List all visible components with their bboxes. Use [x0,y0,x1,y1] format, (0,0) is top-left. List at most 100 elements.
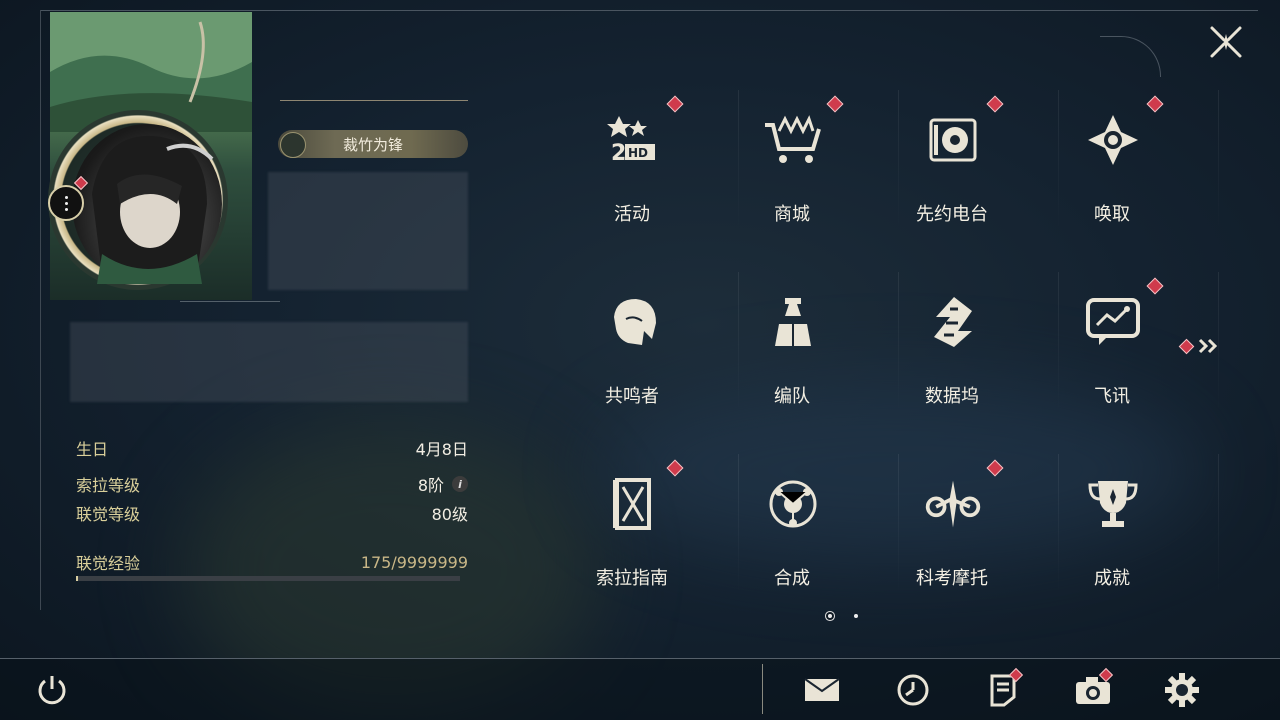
menu-item-resonator[interactable]: 共鸣者 [588,272,739,422]
player-name: 裁竹为锋 [342,135,403,154]
stat-label: 联觉经验 [76,554,141,573]
menu-item-label: 共鸣者 [605,386,659,407]
close-button[interactable] [1208,24,1244,60]
menu-item-team[interactable]: 编队 [748,272,899,422]
menu-item-label: 唤取 [1094,204,1130,225]
menu-item-guidebook[interactable]: 索拉指南 [588,454,739,604]
convene-icon [1083,110,1143,170]
page-dot[interactable] [854,614,858,618]
menu-item-label: 先约电台 [916,204,988,225]
menu-item-radio[interactable]: 先约电台 [908,90,1059,240]
menu-item-label: 成就 [1094,568,1130,589]
next-page-button[interactable] [1178,338,1220,354]
camera-button[interactable] [1073,667,1114,710]
guidebook-icon [603,474,663,534]
profile-badge [72,175,89,192]
power-button[interactable] [32,670,72,710]
achievement-icon [1083,474,1143,534]
menu-item-label: 活动 [614,204,650,225]
character-avatar[interactable] [72,124,222,284]
badge-dot [986,95,1004,113]
divider [280,100,468,101]
page-indicator [828,614,858,618]
badge-dot [1146,95,1164,113]
notes-button[interactable] [983,667,1024,710]
badge-dot [666,95,684,113]
menu-item-data-bank[interactable]: 数据坞 [908,272,1059,422]
function-menu-grid: 2 HD 活动 商城 先约电台 唤取共鸣者 编队 数据坞 飞讯索拉指南 合成 科考摩托 成就 [588,90,1219,594]
menu-item-label: 数据坞 [925,386,979,407]
stat-label: 生日 [76,440,109,459]
mail-icon [804,678,840,701]
message-icon [1083,292,1143,352]
menu-item-motorcycle[interactable]: 科考摩托 [908,454,1059,604]
mail-button[interactable] [802,670,842,710]
menu-item-label: 商城 [774,204,810,225]
menu-item-synthesis[interactable]: 合成 [748,454,899,604]
frame-border [40,10,1258,11]
divider [738,90,739,230]
divider [0,658,1280,659]
svg-text:2: 2 [611,141,626,166]
stat-label: 索拉等级 [76,476,141,495]
divider [1058,272,1059,412]
shop-icon [763,110,823,170]
double-chevron-right-icon [1198,338,1218,354]
stat-label: 联觉等级 [76,505,141,524]
stat-value: 4月8日 [415,440,468,459]
settings-icon [1165,673,1199,707]
divider [898,90,899,230]
avatar-art [92,135,214,284]
clock-icon [897,674,929,706]
menu-item-achievement[interactable]: 成就 [1068,454,1219,604]
menu-item-convene[interactable]: 唤取 [1068,90,1219,240]
svg-text:HD: HD [628,146,648,160]
menu-item-shop[interactable]: 商城 [748,90,899,240]
stat-sola-level: 索拉等级 8阶 i [76,472,468,496]
hidden-player-info [268,172,468,290]
data-bank-icon [923,292,983,352]
divider [1218,90,1219,230]
badge-dot [826,95,844,113]
hidden-signature-box[interactable] [70,322,468,402]
stat-value: 175/9999999 [360,552,468,572]
player-name-plate[interactable]: 裁竹为锋 [278,130,468,158]
frame-border [1100,36,1161,77]
page-dot-active[interactable] [828,614,832,618]
time-button[interactable] [893,670,933,710]
close-icon [1210,26,1242,58]
exp-progress-fill [76,576,78,581]
radio-icon [923,110,983,170]
stat-value: 8阶 [417,476,444,495]
settings-button[interactable] [1162,670,1202,710]
info-icon[interactable]: i [452,476,468,492]
menu-item-label: 科考摩托 [916,568,988,589]
divider [1058,454,1059,594]
divider [898,272,899,412]
menu-item-label: 编队 [774,386,810,407]
menu-item-label: 索拉指南 [596,568,668,589]
resonator-icon [603,292,663,352]
divider [898,454,899,594]
badge-dot [1146,277,1164,295]
badge-dot [986,459,1004,477]
divider [762,664,763,714]
badge-dot [666,459,684,477]
exp-progress-bar [76,576,460,581]
power-icon [38,676,66,705]
divider [1058,90,1059,230]
menu-item-label: 合成 [774,568,810,589]
divider [738,272,739,412]
frame-border [40,10,41,610]
badge-dot [1178,338,1195,354]
stat-union-level: 联觉等级 80级 [76,501,468,525]
menu-item-event[interactable]: 2 HD 活动 [588,90,739,240]
menu-item-label: 飞讯 [1094,386,1130,407]
stat-union-exp: 联觉经验 175/9999999 [76,550,468,574]
event-icon: 2 HD [603,110,663,170]
motorcycle-icon [923,474,983,534]
stat-birthday: 生日 4月8日 [76,436,468,460]
divider [180,301,280,302]
team-icon [763,292,823,352]
stat-value: 80级 [431,505,468,524]
